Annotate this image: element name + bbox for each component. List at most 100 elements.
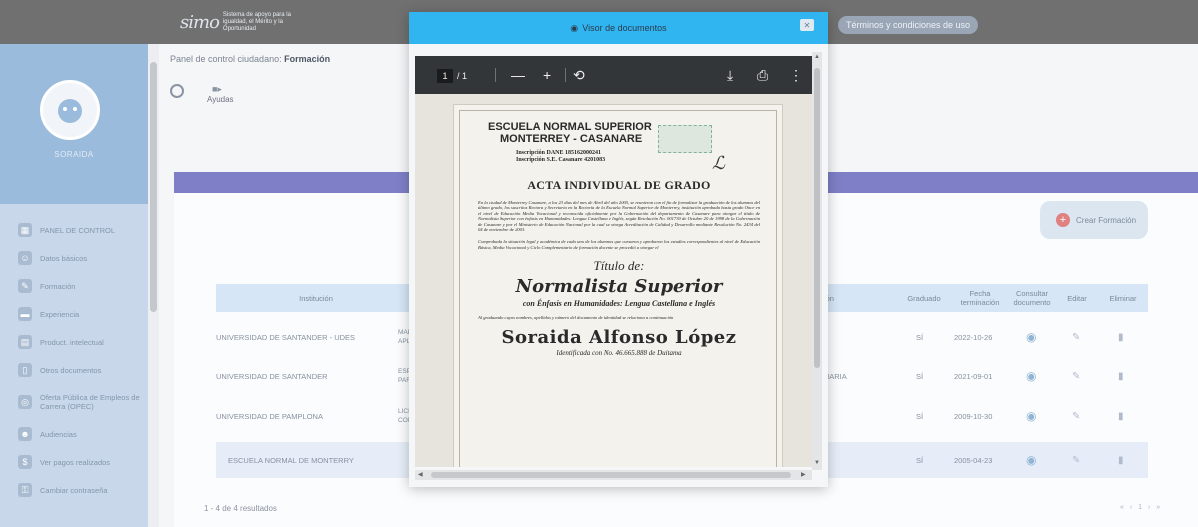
avatar-eye-icon [63,107,67,111]
cell-institucion: UNIVERSIDAD DE SANTANDER - UDES [216,332,356,342]
edit-icon[interactable]: ✎ [1072,442,1080,478]
certificate-page: ℒ ESCUELA NORMAL SUPERIOR MONTERREY - CA… [453,104,783,467]
scroll-right-icon[interactable]: ▶ [801,471,806,478]
scroll-left-icon[interactable]: ◀ [418,471,423,478]
more-options-icon[interactable]: ⋮ [789,66,803,84]
sidebar-item-label: Audiencias [40,429,77,439]
sidebar-item-pagos[interactable]: $ Ver pagos realizados [18,451,146,473]
sidebar-item-label: Ver pagos realizados [40,457,111,467]
pagination[interactable]: « ‹ 1 › » [1120,504,1162,511]
toolbar-divider [565,68,566,82]
profile-panel: SORAIDA [0,44,148,204]
rotate-icon[interactable]: ⟲ [573,66,585,84]
edit-icon[interactable]: ✎ [1072,398,1080,434]
people-icon: ☺ [18,251,32,265]
cell-graduado: SÍ [916,371,924,381]
scroll-up-icon[interactable]: ▲ [814,54,820,60]
column-header-institucion[interactable]: Institución [216,284,416,312]
sidebar-nav: ▦ PANEL DE CONTROL ☺ Datos básicos ✎ For… [18,219,146,507]
cell-institucion: ESCUELA NORMAL DE MONTERRY [228,455,354,465]
sidebar-item-panel-control[interactable]: ▦ PANEL DE CONTROL [18,219,146,241]
view-document-icon[interactable]: ◉ [1026,358,1036,394]
graduate-id: Identificada con No. 46.665.888 de Duita… [556,348,682,357]
sidebar-item-label: Product. intelectual [40,337,104,347]
sidebar-item-label: Otros documentos [40,365,102,375]
cell-area: MARIA [823,371,847,381]
close-icon[interactable]: ✕ [800,19,814,31]
sidebar-item-label: Formación [40,281,76,291]
column-header-graduado[interactable]: Graduado [900,284,948,312]
sidebar-item-experiencia[interactable]: ▬ Experiencia [18,303,146,325]
create-formacion-button[interactable]: + Crear Formación [1040,201,1148,239]
certificate-paragraph: Comprobada la situación legal y académic… [478,239,760,250]
sidebar-scrollbar-thumb[interactable] [150,62,157,312]
video-icon[interactable]: ■▸ [212,84,222,95]
results-count: 1 - 4 de 4 resultados [204,504,277,513]
download-icon[interactable]: ⤓ [727,66,733,84]
terms-link[interactable]: Términos y condiciones de uso [838,16,979,34]
simo-logo[interactable]: simo Sistema de apoyo para la igualdad, … [180,12,303,33]
cell-graduado: SÍ [916,411,924,421]
sidebar-item-audiencias[interactable]: ☻ Audiencias [18,423,146,445]
delete-icon[interactable]: ▮ [1118,358,1124,394]
delete-icon[interactable]: ▮ [1118,442,1124,478]
book-icon: ▤ [18,335,32,349]
degree-emphasis: con Énfasis en Humanidades: Lengua Caste… [522,299,716,309]
school-name-line1: ESCUELA NORMAL SUPERIOR [488,121,652,133]
sidebar-item-label: Oferta Pública de Empleos de Carrera (OP… [40,393,140,411]
breadcrumb-current: Formación [284,54,331,64]
help-icon[interactable] [170,84,184,98]
modal-header: ◉ Visor de documentos ✕ [409,12,828,44]
title-caption: Título de: [593,258,645,274]
page-number-input[interactable]: 1 [437,69,453,83]
column-header-eliminar[interactable]: Eliminar [1098,284,1148,312]
viewer-horizontal-thumb[interactable] [431,472,791,478]
sidebar-item-label: Datos básicos [40,253,88,263]
viewer-vertical-thumb[interactable] [814,68,820,368]
certificate-paragraph: Al graduando cuyos nombres, apellidos y … [478,315,674,321]
breadcrumb: Panel de control ciudadano: Formación [170,54,330,64]
sidebar-item-label: Experiencia [40,309,80,319]
payment-icon: $ [18,455,32,469]
help-label[interactable]: Ayudas [207,95,234,104]
sidebar-item-cambiar-contrasena[interactable]: ⚿ Cambiar contraseña [18,479,146,501]
scroll-down-icon[interactable]: ▼ [814,460,820,466]
column-header-editar[interactable]: Editar [1058,284,1096,312]
toolbar-divider [495,68,496,82]
document-viewer-modal: ◉ Visor de documentos ✕ 1 / 1 — + ⟲ ⤓ ⎙ … [409,12,828,487]
view-document-icon[interactable]: ◉ [1026,442,1036,478]
edit-icon[interactable]: ✎ [1072,319,1080,355]
sidebar-item-produccion-intelectual[interactable]: ▤ Product. intelectual [18,331,146,353]
document-icon: ▯ [18,363,32,377]
zoom-out-icon[interactable]: — [511,66,525,84]
sidebar-item-label: Cambiar contraseña [40,485,108,495]
viewer-vertical-scrollbar[interactable]: ▲ ▼ [812,52,822,470]
view-document-icon[interactable]: ◉ [1026,319,1036,355]
audience-icon: ☻ [18,427,32,441]
pdf-viewport[interactable]: ℒ ESCUELA NORMAL SUPERIOR MONTERREY - CA… [415,94,812,467]
sidebar-item-formacion[interactable]: ✎ Formación [18,275,146,297]
print-icon[interactable]: ⎙ [757,66,768,84]
breadcrumb-prefix: Panel de control ciudadano: [170,54,282,64]
school-name-line2: MONTERREY - CASANARE [500,133,643,145]
cell-fecha: 2021-09-01 [954,371,993,381]
delete-icon[interactable]: ▮ [1118,398,1124,434]
zoom-in-icon[interactable]: + [543,66,551,84]
cell-area [823,398,893,434]
cell-fecha: 2009-10-30 [954,411,993,421]
column-header-fecha[interactable]: Fecha terminación [952,284,1008,312]
sidebar-scrollbar[interactable] [148,44,159,527]
sidebar-item-opec[interactable]: ◎ Oferta Pública de Empleos de Carrera (… [18,387,146,417]
delete-icon[interactable]: ▮ [1118,319,1124,355]
view-document-icon[interactable]: ◉ [1026,398,1036,434]
create-formacion-label: Crear Formación [1076,215,1137,225]
avatar[interactable] [40,80,100,140]
viewer-horizontal-scrollbar[interactable]: ◀ ▶ [415,470,812,480]
sidebar-item-datos-basicos[interactable]: ☺ Datos básicos [18,247,146,269]
edit-icon[interactable]: ✎ [1072,358,1080,394]
column-header-programa[interactable]: ación [816,284,906,312]
pdf-toolbar: 1 / 1 — + ⟲ ⤓ ⎙ ⋮ [415,56,812,94]
logo-mark: simo [180,12,220,33]
sidebar-item-otros-documentos[interactable]: ▯ Otros documentos [18,359,146,381]
column-header-consultar[interactable]: Consultar documento [1008,284,1056,312]
